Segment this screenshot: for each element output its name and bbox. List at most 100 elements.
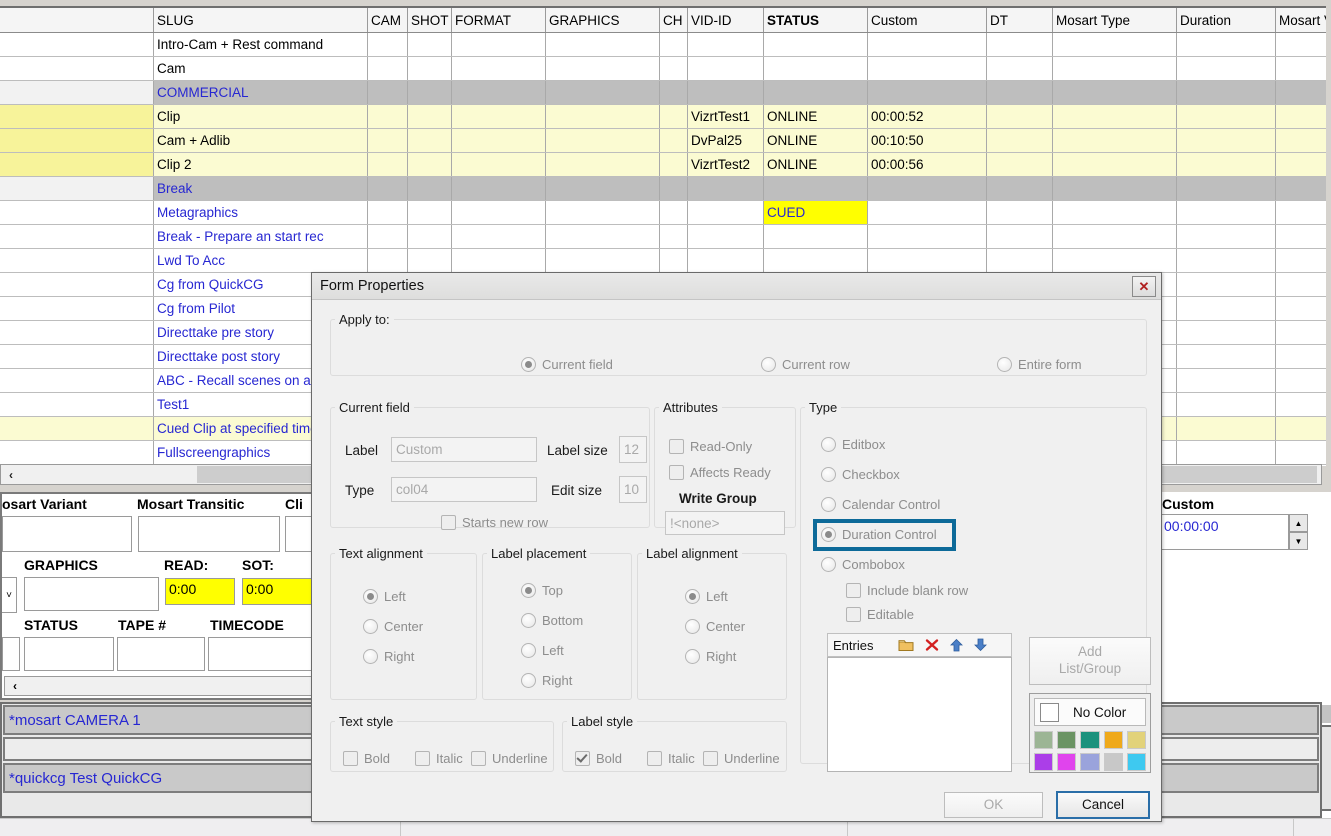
row-marker-cell[interactable] [0, 225, 154, 249]
cell-graphics[interactable] [546, 177, 660, 201]
cell-format[interactable] [452, 105, 546, 129]
cell-mvariant[interactable] [1276, 201, 1327, 225]
cell-format[interactable] [452, 177, 546, 201]
cell-graphics[interactable] [546, 225, 660, 249]
cell-duration[interactable] [1177, 345, 1276, 369]
col-header-duration[interactable]: Duration [1177, 8, 1276, 33]
table-row[interactable]: Intro-Cam + Rest command [0, 33, 1326, 57]
color-swatch[interactable] [1080, 731, 1099, 749]
col-header-shot[interactable]: SHOT [408, 8, 452, 33]
cell-cam[interactable] [368, 177, 408, 201]
cell-custom[interactable] [868, 201, 987, 225]
cell-vidid[interactable] [688, 249, 764, 273]
cell-cam[interactable] [368, 201, 408, 225]
table-row[interactable]: Break [0, 177, 1326, 201]
cell-graphics[interactable] [546, 153, 660, 177]
color-swatch[interactable] [1104, 731, 1123, 749]
radio-text-align-right[interactable]: Right [363, 649, 414, 664]
row-marker-cell[interactable] [0, 441, 154, 465]
cell-mtype[interactable] [1053, 105, 1177, 129]
cell-mtype[interactable] [1053, 153, 1177, 177]
cell-vidid[interactable] [688, 177, 764, 201]
cancel-button[interactable]: Cancel [1056, 791, 1150, 819]
editor-mosart-variant-field[interactable] [2, 516, 132, 552]
cell-graphics[interactable] [546, 33, 660, 57]
cell-mvariant[interactable] [1276, 57, 1327, 81]
cell-mvariant[interactable] [1276, 81, 1327, 105]
cell-ch[interactable] [660, 177, 688, 201]
cell-duration[interactable] [1177, 153, 1276, 177]
row-marker-cell[interactable] [0, 57, 154, 81]
row-marker-cell[interactable] [0, 33, 154, 57]
cell-ch[interactable] [660, 81, 688, 105]
cell-slug[interactable]: Clip [154, 105, 368, 129]
radio-label-placement-bottom[interactable]: Bottom [521, 613, 583, 628]
col-header-format[interactable]: FORMAT [452, 8, 546, 33]
editor-scroll-left-icon[interactable]: ‹ [5, 679, 25, 693]
cell-format[interactable] [452, 153, 546, 177]
cell-shot[interactable] [408, 225, 452, 249]
checkbox-editable[interactable]: Editable [846, 607, 914, 622]
cell-format[interactable] [452, 201, 546, 225]
editor-status-field[interactable] [24, 637, 114, 671]
radio-entire-form[interactable]: Entire form [997, 357, 1082, 372]
cell-mtype[interactable] [1053, 57, 1177, 81]
cell-duration[interactable] [1177, 441, 1276, 465]
cell-custom[interactable]: 00:10:50 [868, 129, 987, 153]
row-marker-cell[interactable] [0, 297, 154, 321]
table-row[interactable]: MetagraphicsCUED [0, 201, 1326, 225]
cell-custom[interactable]: 00:00:56 [868, 153, 987, 177]
cell-custom[interactable] [868, 225, 987, 249]
cell-vidid[interactable]: VizrtTest2 [688, 153, 764, 177]
cell-shot[interactable] [408, 33, 452, 57]
write-group-input[interactable]: !<none> [665, 511, 785, 535]
cell-vidid[interactable] [688, 81, 764, 105]
color-swatch-grid[interactable] [1034, 731, 1146, 771]
radio-current-row[interactable]: Current row [761, 357, 850, 372]
radio-text-align-left[interactable]: Left [363, 589, 406, 604]
cell-cam[interactable] [368, 57, 408, 81]
new-folder-icon[interactable] [898, 638, 914, 652]
cell-dt[interactable] [987, 129, 1053, 153]
cell-duration[interactable] [1177, 177, 1276, 201]
cell-duration[interactable] [1177, 81, 1276, 105]
editor-timecode-field[interactable] [208, 637, 313, 671]
cell-custom[interactable] [868, 57, 987, 81]
col-header-slug[interactable]: SLUG [154, 8, 368, 33]
cell-shot[interactable] [408, 105, 452, 129]
cell-mvariant[interactable] [1276, 177, 1327, 201]
cell-mvariant[interactable] [1276, 273, 1327, 297]
entries-toolbar[interactable]: Entries [827, 633, 1012, 657]
checkbox-label-underline[interactable]: Underline [703, 751, 780, 766]
row-marker-cell[interactable] [0, 273, 154, 297]
cell-cam[interactable] [368, 33, 408, 57]
radio-current-field[interactable]: Current field [521, 357, 613, 372]
cell-mvariant[interactable] [1276, 249, 1327, 273]
cell-mvariant[interactable] [1276, 153, 1327, 177]
cell-cam[interactable] [368, 129, 408, 153]
cell-custom[interactable] [868, 177, 987, 201]
cell-status[interactable] [764, 33, 868, 57]
cell-mvariant[interactable] [1276, 369, 1327, 393]
editor-tape-field[interactable] [117, 637, 205, 671]
radio-label-placement-left[interactable]: Left [521, 643, 564, 658]
cell-graphics[interactable] [546, 249, 660, 273]
checkbox-include-blank-row[interactable]: Include blank row [846, 583, 968, 598]
move-down-icon[interactable] [974, 638, 987, 652]
cell-cam[interactable] [368, 249, 408, 273]
cell-duration[interactable] [1177, 273, 1276, 297]
cell-mvariant[interactable] [1276, 345, 1327, 369]
cell-format[interactable] [452, 33, 546, 57]
col-header-ch[interactable]: CH [660, 8, 688, 33]
cell-mvariant[interactable] [1276, 129, 1327, 153]
no-color-option[interactable]: No Color [1034, 698, 1146, 726]
cell-duration[interactable] [1177, 225, 1276, 249]
cell-duration[interactable] [1177, 321, 1276, 345]
edit-size-input[interactable]: 10 [619, 476, 647, 503]
cell-status[interactable]: ONLINE [764, 129, 868, 153]
table-row[interactable]: Cam + AdlibDvPal25ONLINE00:10:50 [0, 129, 1326, 153]
cell-dt[interactable] [987, 57, 1053, 81]
cell-slug[interactable]: Intro-Cam + Rest command [154, 33, 368, 57]
row-marker-cell[interactable] [0, 177, 154, 201]
cell-mvariant[interactable] [1276, 441, 1327, 465]
